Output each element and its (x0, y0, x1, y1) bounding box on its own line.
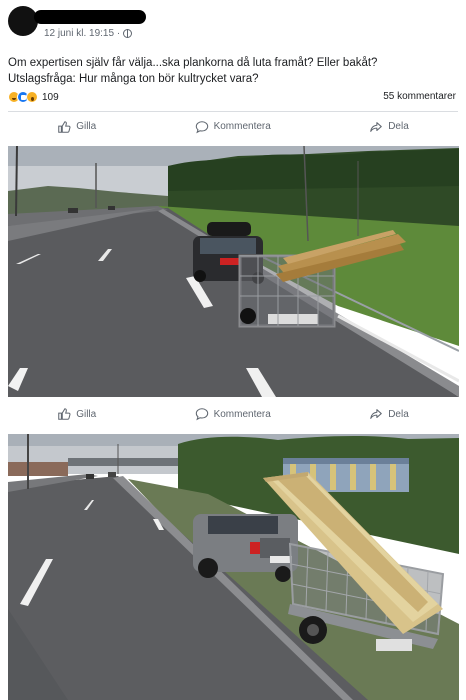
post-text: Om expertisen själv får välja...ska plan… (8, 55, 458, 87)
post-stats: 109 55 kommentarer (8, 91, 458, 105)
share-button[interactable]: Dela (369, 407, 409, 421)
thumbs-up-icon (58, 120, 71, 133)
post-text-line: Om expertisen själv får välja...ska plan… (8, 57, 378, 69)
like-button[interactable]: Gilla (57, 407, 96, 421)
redacted-author-name[interactable] (34, 10, 146, 24)
reaction-count: 109 (42, 91, 59, 103)
comment-icon (195, 120, 208, 133)
photo-car-trailer-2[interactable] (8, 434, 459, 700)
photo-car-trailer-1[interactable] (8, 146, 459, 397)
share-label: Dela (388, 121, 409, 132)
post-meta: 12 juni kl. 19:15 · (44, 28, 133, 39)
share-icon (370, 409, 382, 419)
like-label: Gilla (76, 121, 97, 132)
action-bar: Gilla Kommentera Dela (8, 111, 458, 141)
thumbs-up-icon (58, 408, 71, 420)
share-label: Dela (388, 408, 409, 420)
comment-count[interactable]: 55 kommentarer (383, 91, 456, 102)
comment-icon (195, 408, 208, 421)
share-button[interactable]: Dela (369, 120, 409, 134)
share-icon (370, 121, 382, 132)
comment-label: Kommentera (213, 408, 271, 420)
like-button[interactable]: Gilla (57, 120, 96, 134)
action-bar: Gilla Kommentera Dela (8, 399, 458, 429)
facebook-post: 12 juni kl. 19:15 · Om expertisen själv … (0, 0, 466, 700)
wow-icon (26, 91, 38, 103)
like-label: Gilla (76, 408, 97, 420)
post-header: 12 juni kl. 19:15 · (0, 0, 466, 48)
comment-button[interactable]: Kommentera (195, 120, 271, 134)
comment-button[interactable]: Kommentera (195, 407, 271, 421)
avatar[interactable] (8, 6, 38, 36)
globe-icon (123, 29, 133, 38)
comment-label: Kommentera (213, 121, 271, 132)
post-text-line: Utslagsfråga: Hur många ton bör kultryck… (8, 73, 259, 85)
reactions-summary[interactable]: 109 (8, 91, 59, 103)
post-timestamp[interactable]: 12 juni kl. 19:15 · (44, 28, 120, 39)
